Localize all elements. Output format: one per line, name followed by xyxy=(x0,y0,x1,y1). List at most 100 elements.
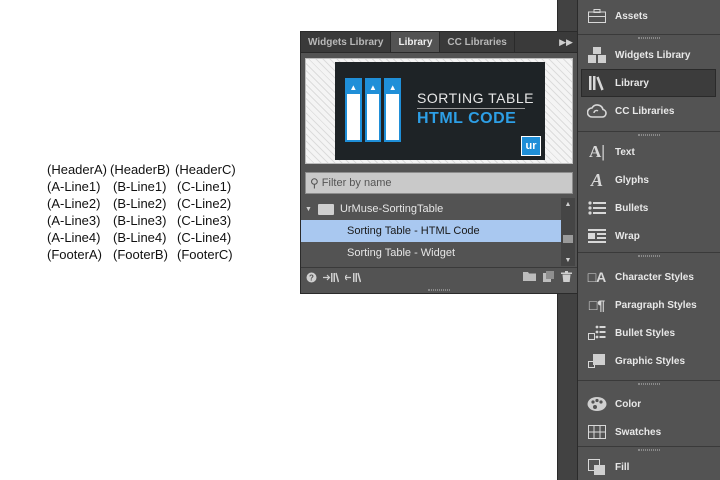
library-panel[interactable]: Widgets Library Library CC Libraries ▶▶ … xyxy=(300,31,578,294)
panel-item-label: Graphic Styles xyxy=(615,355,686,367)
panel-grip[interactable] xyxy=(578,381,720,387)
filter-input[interactable] xyxy=(321,177,552,189)
library-item-list: ▼ UrMuse-SortingTable Sorting Table - HT… xyxy=(301,198,561,266)
panel-item-label: CC Libraries xyxy=(615,105,675,117)
library-panel-tabs: Widgets Library Library CC Libraries ▶▶ xyxy=(301,32,577,53)
canvas-text-table: (HeaderA) (HeaderB) (HeaderC) (A-Line1) … xyxy=(47,161,236,263)
panel-item-library[interactable]: Library xyxy=(581,69,716,97)
new-folder-icon[interactable] xyxy=(523,271,536,285)
scroll-thumb[interactable] xyxy=(563,235,573,243)
panel-item-character-styles[interactable]: □A Character Styles xyxy=(578,263,720,291)
glyphs-icon: A xyxy=(590,169,603,190)
ur-logo: ur xyxy=(521,136,541,156)
svg-text:?: ? xyxy=(309,274,314,283)
panel-item-swatches[interactable]: Swatches xyxy=(578,418,720,446)
table-row: (A-Line1) (B-Line1) (C-Line1) xyxy=(47,178,236,195)
import-library-icon[interactable] xyxy=(323,272,339,283)
panel-group: Widgets Library Library CC Libraries xyxy=(578,35,720,132)
scroll-up-icon[interactable]: ▲ xyxy=(561,198,575,210)
panel-item-bullet-styles[interactable]: Bullet Styles xyxy=(578,319,720,347)
list-item-label: Sorting Table - HTML Code xyxy=(347,225,480,237)
table-cell: (HeaderC) xyxy=(175,162,236,177)
panel-item-bullets[interactable]: Bullets xyxy=(578,194,720,222)
table-row: (A-Line4) (B-Line4) (C-Line4) xyxy=(47,229,236,246)
table-columns-graphic: ▲ ▲ ▲ xyxy=(345,78,402,142)
panel-item-cc-libraries[interactable]: CC Libraries xyxy=(578,97,720,125)
library-panel-footer: ? xyxy=(301,267,577,287)
list-scrollbar[interactable]: ▲ ▼ xyxy=(561,198,575,266)
panel-item-paragraph-styles[interactable]: □¶ Paragraph Styles xyxy=(578,291,720,319)
expand-triangle-icon[interactable]: ▼ xyxy=(305,206,312,213)
panel-item-label: Library xyxy=(615,77,649,89)
panel-item-fill[interactable]: Fill xyxy=(578,453,720,480)
wrap-icon xyxy=(587,227,607,245)
panel-group: □A Character Styles □¶ Paragraph Styles … xyxy=(578,253,720,381)
table-cell: (FooterA) xyxy=(47,247,102,262)
table-cell: (A-Line1) xyxy=(47,179,101,194)
list-item[interactable]: Sorting Table - Widget xyxy=(301,242,561,264)
color-palette-icon xyxy=(587,395,607,413)
panel-item-label: Wrap xyxy=(615,230,640,242)
list-item-label: Sorting Table - Widget xyxy=(347,247,456,259)
library-folder[interactable]: ▼ UrMuse-SortingTable xyxy=(301,198,561,220)
panel-group: A| Text A Glyphs Bullets Wrap xyxy=(578,132,720,253)
scroll-down-icon[interactable]: ▼ xyxy=(561,254,575,266)
tab-widgets-library[interactable]: Widgets Library xyxy=(301,32,392,52)
tab-library[interactable]: Library xyxy=(391,32,441,52)
briefcase-icon xyxy=(587,7,607,25)
table-cell: (HeaderB) xyxy=(110,162,170,177)
new-item-icon[interactable] xyxy=(543,270,554,285)
creative-cloud-icon xyxy=(587,102,607,120)
library-item-preview: ▲ ▲ ▲ SORTING TABLE HTML CODE ur xyxy=(305,58,573,164)
folder-label: UrMuse-SortingTable xyxy=(339,203,444,215)
export-library-icon[interactable] xyxy=(345,272,361,283)
panel-item-widgets-library[interactable]: Widgets Library xyxy=(578,41,720,69)
table-cell: (B-Line2) xyxy=(113,196,167,211)
panel-item-graphic-styles[interactable]: Graphic Styles xyxy=(578,347,720,375)
panel-group: Color Swatches xyxy=(578,381,720,447)
panel-group: Fill xyxy=(578,447,720,480)
bullet-styles-icon xyxy=(587,324,607,342)
panel-item-glyphs[interactable]: A Glyphs xyxy=(578,166,720,194)
filter-field[interactable]: ⚲ xyxy=(305,172,573,194)
panel-item-label: Fill xyxy=(615,461,630,473)
help-icon[interactable]: ? xyxy=(306,272,317,283)
table-cell: (C-Line2) xyxy=(177,196,232,211)
paragraph-styles-icon: □¶ xyxy=(588,297,606,313)
table-cell: (B-Line1) xyxy=(113,179,167,194)
fill-icon xyxy=(587,458,607,476)
table-cell: (A-Line2) xyxy=(47,196,101,211)
table-cell: (C-Line4) xyxy=(177,230,232,245)
widgets-library-icon xyxy=(587,46,607,64)
panel-item-label: Glyphs xyxy=(615,174,649,186)
panel-resize-grip[interactable] xyxy=(301,287,577,293)
table-cell: (B-Line3) xyxy=(113,213,167,228)
preview-title-line2: HTML CODE xyxy=(417,110,517,127)
table-cell: (C-Line1) xyxy=(177,179,232,194)
panel-item-label: Widgets Library xyxy=(615,49,691,61)
panel-item-label: Paragraph Styles xyxy=(615,299,697,311)
table-row: (A-Line3) (B-Line3) (C-Line3) xyxy=(47,212,236,229)
preview-divider xyxy=(417,108,525,109)
panel-item-label: Assets xyxy=(615,10,648,22)
panel-item-label: Bullet Styles xyxy=(615,327,676,339)
tab-cc-libraries[interactable]: CC Libraries xyxy=(440,32,515,52)
panel-item-color[interactable]: Color xyxy=(578,390,720,418)
list-item[interactable]: Sorting Table - HTML Code xyxy=(301,220,561,242)
panel-item-wrap[interactable]: Wrap xyxy=(578,222,720,250)
library-books-icon xyxy=(587,74,607,92)
panel-item-text[interactable]: A| Text xyxy=(578,138,720,166)
panel-item-assets[interactable]: Assets xyxy=(578,2,720,30)
panel-grip[interactable] xyxy=(578,253,720,259)
panel-item-label: Character Styles xyxy=(615,271,694,283)
collapse-panel-icon[interactable]: ▶▶ xyxy=(555,32,577,52)
preview-thumbnail: ▲ ▲ ▲ SORTING TABLE HTML CODE ur xyxy=(335,62,545,160)
table-row: (FooterA) (FooterB) (FooterC) xyxy=(47,246,236,263)
table-cell: (FooterC) xyxy=(177,247,233,262)
text-icon: A| xyxy=(588,142,606,161)
table-cell: (B-Line4) xyxy=(113,230,167,245)
footer-actions xyxy=(523,270,572,285)
panel-item-label: Bullets xyxy=(615,202,649,214)
trash-icon[interactable] xyxy=(561,270,572,285)
table-cell: (A-Line3) xyxy=(47,213,101,228)
